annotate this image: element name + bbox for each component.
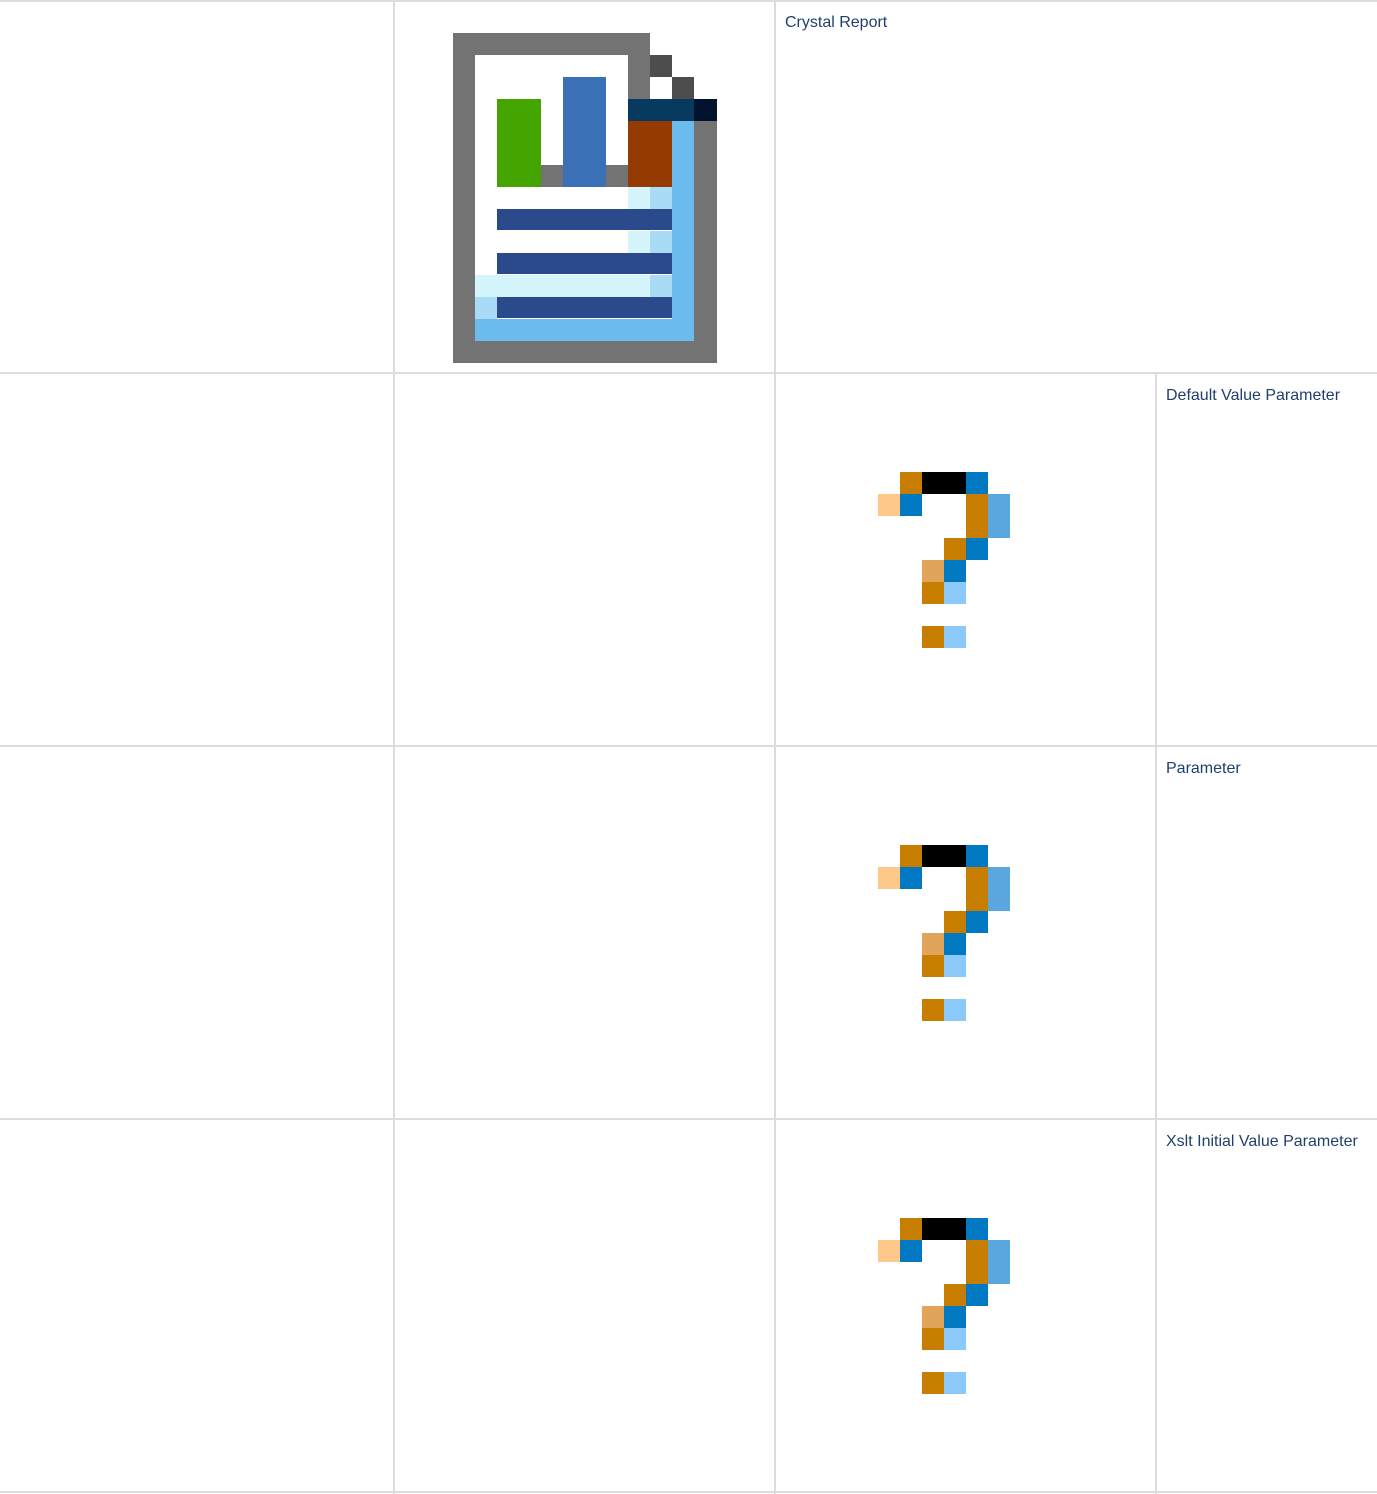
table-border-top [0,0,1377,2]
row-divider [0,745,1377,747]
table-border-bottom [0,1491,1377,1493]
row-label: Parameter [1166,760,1241,777]
column-divider [1155,373,1157,1494]
row-label: Crystal Report [785,14,888,31]
row-divider [0,372,1377,374]
column-divider [393,0,395,1494]
row-label: Xslt Initial Value Parameter [1166,1133,1358,1150]
row-divider [0,1118,1377,1120]
crystal-report-icon [453,33,717,363]
row-label: Default Value Parameter [1166,387,1341,404]
question-mark-icon [878,472,1010,648]
question-mark-icon [878,845,1010,1021]
column-divider [774,0,776,1494]
question-mark-icon [878,1218,1010,1394]
